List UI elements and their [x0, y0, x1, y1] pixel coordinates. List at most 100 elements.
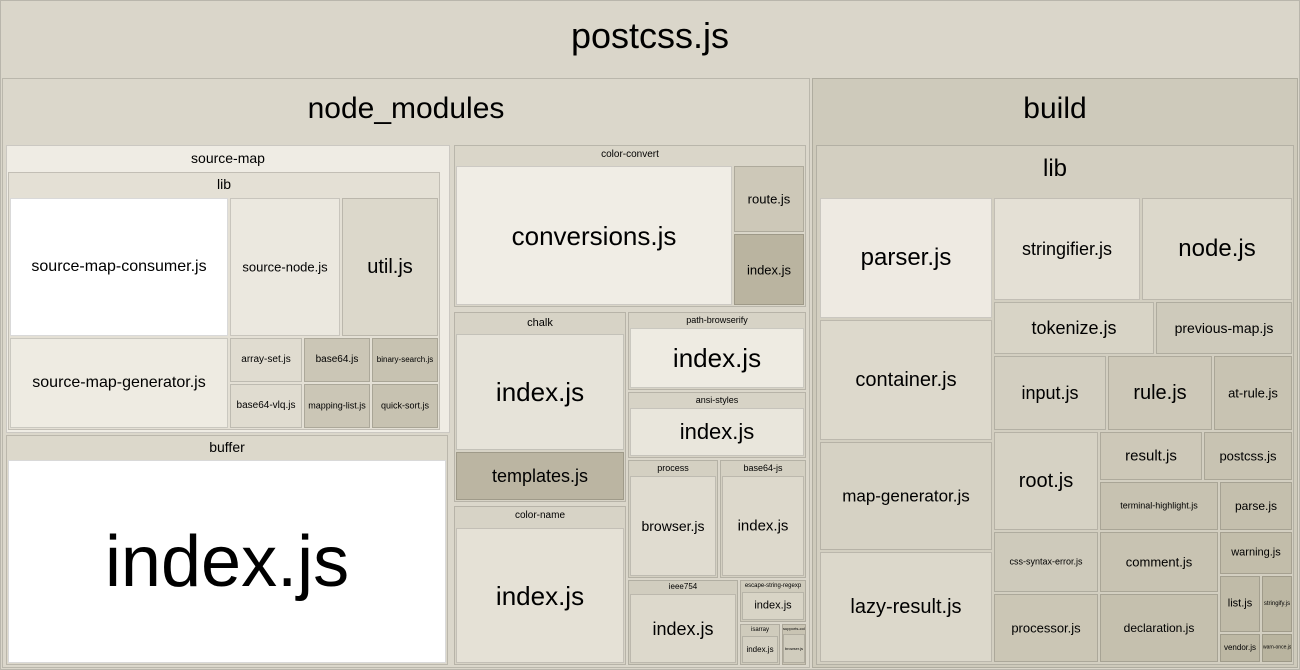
tm-label-b64js: base64-js: [721, 461, 805, 475]
tm-b64: base64.js: [304, 338, 370, 382]
tm-label-ans-idx: index.js: [631, 421, 803, 443]
tm-label-mapgen: map-generator.js: [821, 488, 991, 505]
tm-label-parsef: parse.js: [1221, 500, 1291, 512]
tm-mapgen: map-generator.js: [820, 442, 992, 550]
tm-tok: tokenize.js: [994, 302, 1154, 354]
tm-label-cc-conv: conversions.js: [457, 223, 731, 249]
tm-label-esc-i: index.js: [743, 601, 803, 612]
tm-label-cn: color-name: [455, 507, 625, 525]
tm-ieee-i: index.js: [630, 594, 736, 663]
tm-label-esc: escape-string-regexp: [741, 581, 805, 591]
tm-postcssf: postcss.js: [1204, 432, 1292, 480]
tm-label-ieee: ieee754: [629, 581, 737, 593]
tm-label-build: build: [813, 79, 1297, 139]
tm-proc-b: browser.js: [630, 476, 716, 576]
tm-buf-idx: index.js: [8, 460, 446, 663]
tm-label-b64js-i: index.js: [723, 519, 803, 534]
tm-label-as: array-set.js: [231, 355, 301, 365]
tm-comment: comment.js: [1100, 532, 1218, 592]
tm-th: terminal-highlight.js: [1100, 482, 1218, 530]
tm-label-util: util.js: [343, 257, 437, 277]
tm-label-parser: parser.js: [821, 246, 991, 270]
treemap-root: postcss.js node_modulesbuild source-map lib…: [0, 0, 1300, 670]
tm-sn: source-node.js: [230, 198, 340, 336]
tm-label-th: terminal-highlight.js: [1101, 502, 1217, 511]
tm-label-strfy: stringify.js: [1263, 601, 1291, 607]
tm-chalk-idx: index.js: [456, 334, 624, 450]
tm-label-sm: source-map: [7, 146, 449, 170]
tm-pb-idx: index.js: [630, 328, 804, 388]
tm-rule: rule.js: [1108, 356, 1212, 430]
tm-label-warn: warning.js: [1221, 548, 1291, 559]
tm-list: list.js: [1220, 576, 1260, 632]
tm-label-tok: tokenize.js: [995, 319, 1153, 337]
tm-label-cc: color-convert: [455, 146, 805, 164]
tm-label-sn: source-node.js: [231, 261, 339, 274]
tm-label-supc-b: browser.js: [784, 647, 804, 651]
tm-label-warno: warn-once.js: [1263, 646, 1291, 651]
tm-esc-i: index.js: [742, 592, 804, 620]
tm-node: node.js: [1142, 198, 1292, 300]
tm-qs: quick-sort.js: [372, 384, 438, 428]
tm-label-input: input.js: [995, 384, 1105, 402]
tm-warn: warning.js: [1220, 532, 1292, 574]
tm-input: input.js: [994, 356, 1106, 430]
tm-label-bv: base64-vlq.js: [231, 401, 301, 411]
tm-label-procjs: processor.js: [995, 622, 1097, 635]
tm-as: array-set.js: [230, 338, 302, 382]
tm-label-cse: css-syntax-error.js: [995, 558, 1097, 567]
tm-label-cc-idx: index.js: [735, 263, 803, 276]
tm-label-b64: base64.js: [305, 355, 369, 365]
tm-parser: parser.js: [820, 198, 992, 318]
tm-vendor: vendor.js: [1220, 634, 1260, 662]
tm-label-nm: node_modules: [3, 79, 809, 139]
tm-label-proc: process: [629, 461, 717, 475]
tm-label-cc-route: route.js: [735, 193, 803, 206]
tm-util: util.js: [342, 198, 438, 336]
tm-isa-i: index.js: [742, 636, 778, 663]
tm-label-root: postcss.js: [1, 1, 1299, 71]
tm-procjs: processor.js: [994, 594, 1098, 662]
tm-label-result: result.js: [1101, 449, 1201, 464]
tm-label-pb: path-browserify: [629, 313, 805, 327]
tm-cn-idx: index.js: [456, 528, 624, 663]
tm-label-ml: mapping-list.js: [305, 402, 369, 411]
tm-label-vendor: vendor.js: [1221, 644, 1259, 652]
tm-supc-b: browser.js: [783, 634, 805, 663]
tm-strf: stringifier.js: [994, 198, 1140, 300]
tm-label-pb-idx: index.js: [631, 345, 803, 371]
tm-label-isa: isarray: [741, 625, 779, 635]
tm-label-ans: ansi-styles: [629, 393, 805, 407]
tm-label-container: container.js: [821, 370, 991, 390]
tm-label-isa-i: index.js: [743, 646, 777, 654]
tm-label-node: node.js: [1143, 237, 1291, 261]
tm-parsef: parse.js: [1220, 482, 1292, 530]
tm-label-blib: lib: [817, 146, 1293, 192]
tm-label-rule: rule.js: [1109, 383, 1211, 403]
tm-cc-idx: index.js: [734, 234, 804, 305]
tm-bv: base64-vlq.js: [230, 384, 302, 428]
tm-cse: css-syntax-error.js: [994, 532, 1098, 592]
tm-smg: source-map-generator.js: [10, 338, 228, 428]
tm-warno: warn-once.js: [1262, 634, 1292, 662]
tm-label-supc: supports-color: [783, 625, 805, 633]
tm-result: result.js: [1100, 432, 1202, 480]
tm-label-cn-idx: index.js: [457, 583, 623, 609]
tm-label-buf-idx: index.js: [9, 526, 445, 598]
tm-label-sm-lib: lib: [9, 173, 439, 195]
tm-label-qs: quick-sort.js: [373, 402, 437, 411]
tm-b64js-i: index.js: [722, 476, 804, 576]
tm-cc-conv: conversions.js: [456, 166, 732, 305]
tm-lazy: lazy-result.js: [820, 552, 992, 662]
tm-strfy: stringify.js: [1262, 576, 1292, 632]
tm-cc-route: route.js: [734, 166, 804, 232]
tm-label-smc: source-map-consumer.js: [11, 259, 227, 275]
tm-label-atrule: at-rule.js: [1215, 387, 1291, 400]
tm-chalk-tpl: templates.js: [456, 452, 624, 500]
tm-label-bs: binary-search.js: [373, 356, 437, 364]
tm-rootjs: root.js: [994, 432, 1098, 530]
tm-ml: mapping-list.js: [304, 384, 370, 428]
tm-label-chalk: chalk: [455, 313, 625, 333]
tm-label-list: list.js: [1221, 599, 1259, 610]
tm-label-ieee-i: index.js: [631, 620, 735, 638]
